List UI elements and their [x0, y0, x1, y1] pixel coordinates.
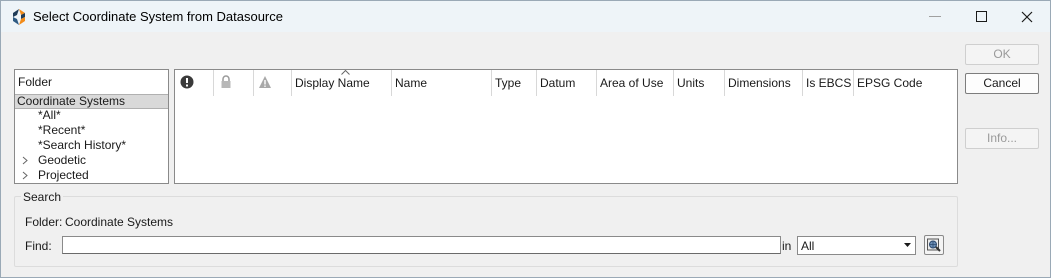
- info-button[interactable]: Info...: [965, 128, 1039, 149]
- column-header-area-of-use[interactable]: Area of Use: [597, 70, 674, 96]
- column-header-units[interactable]: Units: [674, 70, 725, 96]
- find-input[interactable]: [62, 236, 781, 254]
- column-header-epsg-code[interactable]: EPSG Code: [854, 70, 957, 96]
- column-header-label: Datum: [540, 76, 576, 90]
- column-header-datum[interactable]: Datum: [537, 70, 597, 96]
- column-header-label: Is EBCS: [806, 76, 852, 90]
- column-header-label: Name: [395, 76, 428, 90]
- lock-icon: [221, 75, 231, 88]
- search-scope-value: All: [801, 239, 815, 253]
- find-label: Find:: [25, 239, 52, 253]
- column-header-label: Display Name: [295, 76, 370, 90]
- column-header-alert[interactable]: [175, 70, 214, 96]
- tree-item-label: *All*: [38, 108, 61, 122]
- column-header-lock[interactable]: [214, 70, 254, 96]
- column-header-label: Area of Use: [600, 76, 664, 90]
- globe-search-icon: [927, 238, 941, 252]
- tree-item-search-history[interactable]: *Search History*: [15, 138, 168, 153]
- column-header-warning[interactable]: [254, 70, 292, 96]
- title-bar: Select Coordinate System from Datasource: [1, 1, 1050, 32]
- in-label: in: [782, 239, 792, 253]
- tree-item-projected[interactable]: Projected: [15, 168, 168, 183]
- alert-icon: [180, 75, 194, 89]
- column-header-name[interactable]: Name: [392, 70, 492, 96]
- chevron-right-icon[interactable]: [21, 156, 29, 165]
- warning-icon: [259, 76, 271, 88]
- app-logo-icon: [13, 9, 25, 25]
- dialog-window: Select Coordinate System from Datasource…: [0, 0, 1051, 278]
- column-header-is-ebcs[interactable]: Is EBCS: [803, 70, 854, 96]
- folder-tree-header: Folder: [18, 75, 53, 89]
- column-header-label: Units: [677, 76, 705, 90]
- search-group: [14, 196, 958, 267]
- grid-header: Display Name Name Type Datum Area of Use…: [175, 70, 957, 96]
- column-header-type[interactable]: Type: [492, 70, 537, 96]
- column-header-label: Dimensions: [728, 76, 791, 90]
- folder-value: Coordinate Systems: [65, 215, 174, 229]
- cancel-button[interactable]: Cancel: [965, 73, 1039, 94]
- close-button[interactable]: [1004, 1, 1050, 32]
- tree-item-label: *Recent*: [38, 123, 86, 137]
- column-header-label: EPSG Code: [857, 76, 923, 90]
- tree-item-label: Coordinate Systems: [17, 94, 126, 108]
- dropdown-arrow-icon: [904, 243, 911, 247]
- tree-item-label: *Search History*: [38, 138, 127, 152]
- sort-ascending-icon: [341, 70, 350, 75]
- folder-label: Folder:: [25, 215, 63, 229]
- minimize-button[interactable]: [912, 1, 958, 32]
- tree-item-label: Geodetic: [38, 153, 87, 167]
- tree-item-all[interactable]: *All*: [15, 108, 168, 123]
- tree-item-coordinate-systems[interactable]: Coordinate Systems: [15, 94, 168, 109]
- close-icon: [1021, 11, 1033, 22]
- ok-button[interactable]: OK: [965, 44, 1039, 65]
- chevron-right-icon[interactable]: [21, 171, 29, 180]
- tree-item-geodetic[interactable]: Geodetic: [15, 153, 168, 168]
- search-group-legend: Search: [21, 190, 64, 204]
- column-header-dimensions[interactable]: Dimensions: [725, 70, 803, 96]
- coordinate-system-search-button[interactable]: [924, 235, 944, 255]
- search-scope-select[interactable]: All: [797, 236, 916, 255]
- window-title: Select Coordinate System from Datasource: [33, 9, 283, 24]
- coordinate-system-grid[interactable]: Display Name Name Type Datum Area of Use…: [174, 69, 958, 184]
- maximize-icon: [975, 11, 987, 22]
- folder-tree[interactable]: Folder Coordinate Systems *All* *Recent*…: [14, 69, 169, 184]
- tree-item-label: Projected: [38, 168, 89, 182]
- column-header-label: Type: [495, 76, 522, 90]
- minimize-icon: [929, 15, 941, 17]
- tree-item-recent[interactable]: *Recent*: [15, 123, 168, 138]
- maximize-button[interactable]: [958, 1, 1004, 32]
